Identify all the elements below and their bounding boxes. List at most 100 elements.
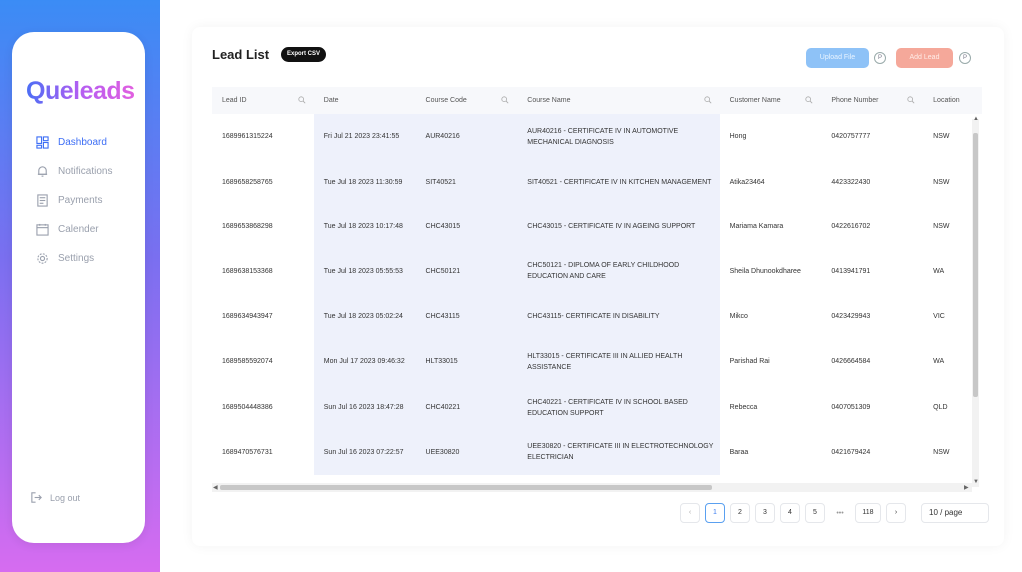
column-label: Course Name	[527, 97, 571, 104]
sidebar-item-label: Notifications	[58, 166, 113, 177]
page-button-3[interactable]: 3	[755, 503, 775, 523]
column-label: Course Code	[425, 97, 467, 104]
table-row[interactable]: 1689638153368 Tue Jul 18 2023 05:55:53 CHC…	[212, 247, 982, 295]
column-header-course-code[interactable]: Course Code	[416, 87, 518, 114]
logout-icon	[31, 492, 42, 503]
cell-phone-number: 0422616702	[831, 223, 871, 230]
receipt-icon	[37, 194, 48, 207]
table-body: 1689961315224 Fri Jul 21 2023 23:41:55 AUR…	[212, 114, 982, 475]
add-help-icon[interactable]: P	[959, 52, 971, 64]
vertical-scrollbar[interactable]: ▲ ▼	[972, 116, 979, 487]
sidebar-item-settings[interactable]: Settings	[36, 244, 112, 273]
column-header-location[interactable]: Location	[923, 87, 982, 114]
upload-file-button[interactable]: Upload File	[806, 48, 869, 68]
cell-date: Fri Jul 21 2023 23:41:55	[313, 114, 416, 159]
cell-course-name: UEE30820 - CERTIFICATE III IN ELECTROTEC…	[517, 429, 720, 475]
table-row[interactable]: 1689961315224 Fri Jul 21 2023 23:41:55 AUR…	[212, 114, 982, 159]
cell-date: Tue Jul 18 2023 10:17:48	[313, 206, 416, 247]
sidebar: Queleads Dashboard Notifications Payment…	[12, 32, 145, 543]
table-row[interactable]: 1689585592074 Mon Jul 17 2023 09:46:32 HLT…	[212, 337, 982, 386]
sidebar-item-dashboard[interactable]: Dashboard	[36, 128, 112, 157]
cell-customer-name: Hong	[729, 133, 747, 140]
cell-phone-number: 0413941791	[831, 267, 871, 275]
cell-date: Tue Jul 18 2023 11:30:59	[313, 159, 416, 206]
column-header-customer-name[interactable]: Customer Name	[720, 87, 822, 114]
logout-label: Log out	[50, 492, 81, 503]
lead-list-panel: Lead List Export CSV Upload File P Add L…	[192, 27, 1004, 546]
column-label: Customer Name	[729, 97, 781, 104]
export-csv-button[interactable]: Export CSV	[281, 47, 327, 62]
next-page-button[interactable]: ›	[886, 503, 906, 523]
search-icon[interactable]	[805, 96, 813, 104]
cell-phone-number: 0421679424	[831, 448, 871, 456]
cell-course-code: CHC43015	[415, 206, 518, 247]
sidebar-item-payments[interactable]: Payments	[36, 186, 112, 215]
cell-lead-id: 1689634943947	[222, 312, 273, 320]
vertical-scroll-thumb[interactable]	[973, 133, 978, 397]
page-button-4[interactable]: 4	[780, 503, 800, 523]
cell-date: Sun Jul 16 2023 07:22:57	[313, 429, 416, 475]
sidebar-item-notifications[interactable]: Notifications	[36, 157, 112, 186]
cell-phone-number: 0420757777	[831, 133, 871, 140]
gear-icon	[37, 253, 48, 264]
pagination: ‹ 1 2 3 4 5 ••• 118 › 10 / page	[680, 503, 989, 523]
cell-course-name: CHC43015 - CERTIFICATE IV IN AGEING SUPP…	[517, 206, 720, 247]
cell-course-code: SIT40521	[415, 159, 518, 206]
prev-page-button[interactable]: ‹	[680, 503, 700, 523]
cell-date: Sun Jul 16 2023 18:47:28	[313, 386, 416, 429]
cell-customer-name: Mariama Kamara	[729, 223, 784, 230]
table-row[interactable]: 1689504448386 Sun Jul 16 2023 18:47:28 CHC…	[212, 386, 982, 429]
pagination-ellipsis[interactable]: •••	[830, 510, 850, 517]
upload-help-icon[interactable]: P	[874, 52, 886, 64]
dashboard-icon	[36, 136, 49, 149]
cell-course-code: CHC50121	[415, 247, 518, 295]
logo: Queleads	[26, 77, 135, 105]
cell-course-code: HLT33015	[415, 337, 518, 386]
lead-table: Lead ID Date Course Code Course Name Cus…	[212, 87, 982, 491]
sidebar-item-calender[interactable]: Calender	[36, 215, 112, 244]
cell-customer-name: Rebecca	[729, 404, 758, 411]
table-row[interactable]: 1689653868298 Tue Jul 18 2023 10:17:48 CHC…	[212, 206, 982, 247]
cell-lead-id: 1689638153368	[222, 267, 273, 275]
cell-course-code: AUR40216	[415, 114, 518, 159]
column-header-phone-number[interactable]: Phone Number	[821, 87, 923, 114]
scroll-left-icon[interactable]: ◀	[213, 484, 218, 491]
page-button-1[interactable]: 1	[705, 503, 725, 523]
cell-date: Tue Jul 18 2023 05:02:24	[313, 295, 416, 337]
page-button-last[interactable]: 118	[855, 503, 881, 523]
cell-course-name: HLT33015 - CERTIFICATE III IN ALLIED HEA…	[517, 337, 720, 386]
cell-lead-id: 1689585592074	[222, 358, 273, 365]
cell-customer-name: Baraa	[729, 448, 749, 456]
scroll-down-icon[interactable]: ▼	[973, 479, 979, 485]
cell-course-name: CHC50121 - DIPLOMA OF EARLY CHILDHOOD ED…	[517, 247, 720, 295]
sidebar-item-label: Dashboard	[58, 137, 107, 148]
cell-phone-number: 0407051309	[831, 404, 871, 411]
table-row[interactable]: 1689634943947 Tue Jul 18 2023 05:02:24 CHC…	[212, 295, 982, 337]
column-label: Lead ID	[222, 97, 247, 104]
cell-phone-number: 4423322430	[831, 179, 871, 186]
column-header-date[interactable]: Date	[314, 87, 416, 114]
search-icon[interactable]	[907, 96, 915, 104]
column-header-lead-id[interactable]: Lead ID	[212, 87, 314, 114]
page-button-2[interactable]: 2	[730, 503, 750, 523]
sidebar-item-label: Settings	[58, 253, 95, 264]
column-header-course-name[interactable]: Course Name	[517, 87, 719, 114]
table-row[interactable]: 1689470576731 Sun Jul 16 2023 07:22:57 UEE…	[212, 429, 982, 475]
horizontal-scrollbar[interactable]: ◀ ▶	[212, 483, 972, 492]
search-icon[interactable]	[298, 96, 306, 104]
logout-button[interactable]: Log out	[30, 491, 80, 504]
search-icon[interactable]	[704, 96, 712, 104]
table-row[interactable]: 1689658258765 Tue Jul 18 2023 11:30:59 SIT…	[212, 159, 982, 206]
cell-course-name: AUR40216 - CERTIFICATE IV IN AUTOMOTIVE …	[517, 114, 720, 159]
cell-phone-number: 0426664584	[831, 358, 871, 365]
scroll-right-icon[interactable]: ▶	[964, 484, 969, 491]
scroll-up-icon[interactable]: ▲	[973, 116, 979, 122]
cell-date: Tue Jul 18 2023 05:55:53	[313, 247, 416, 295]
page-size-select[interactable]: 10 / page	[921, 503, 989, 523]
cell-course-name: CHC43115- CERTIFICATE IN DISABILITY	[517, 295, 720, 337]
add-lead-button[interactable]: Add Lead	[896, 48, 953, 68]
search-icon[interactable]	[501, 96, 509, 104]
horizontal-scroll-thumb[interactable]	[220, 485, 712, 490]
page-button-5[interactable]: 5	[805, 503, 825, 523]
cell-customer-name: Atika23464	[729, 179, 765, 186]
